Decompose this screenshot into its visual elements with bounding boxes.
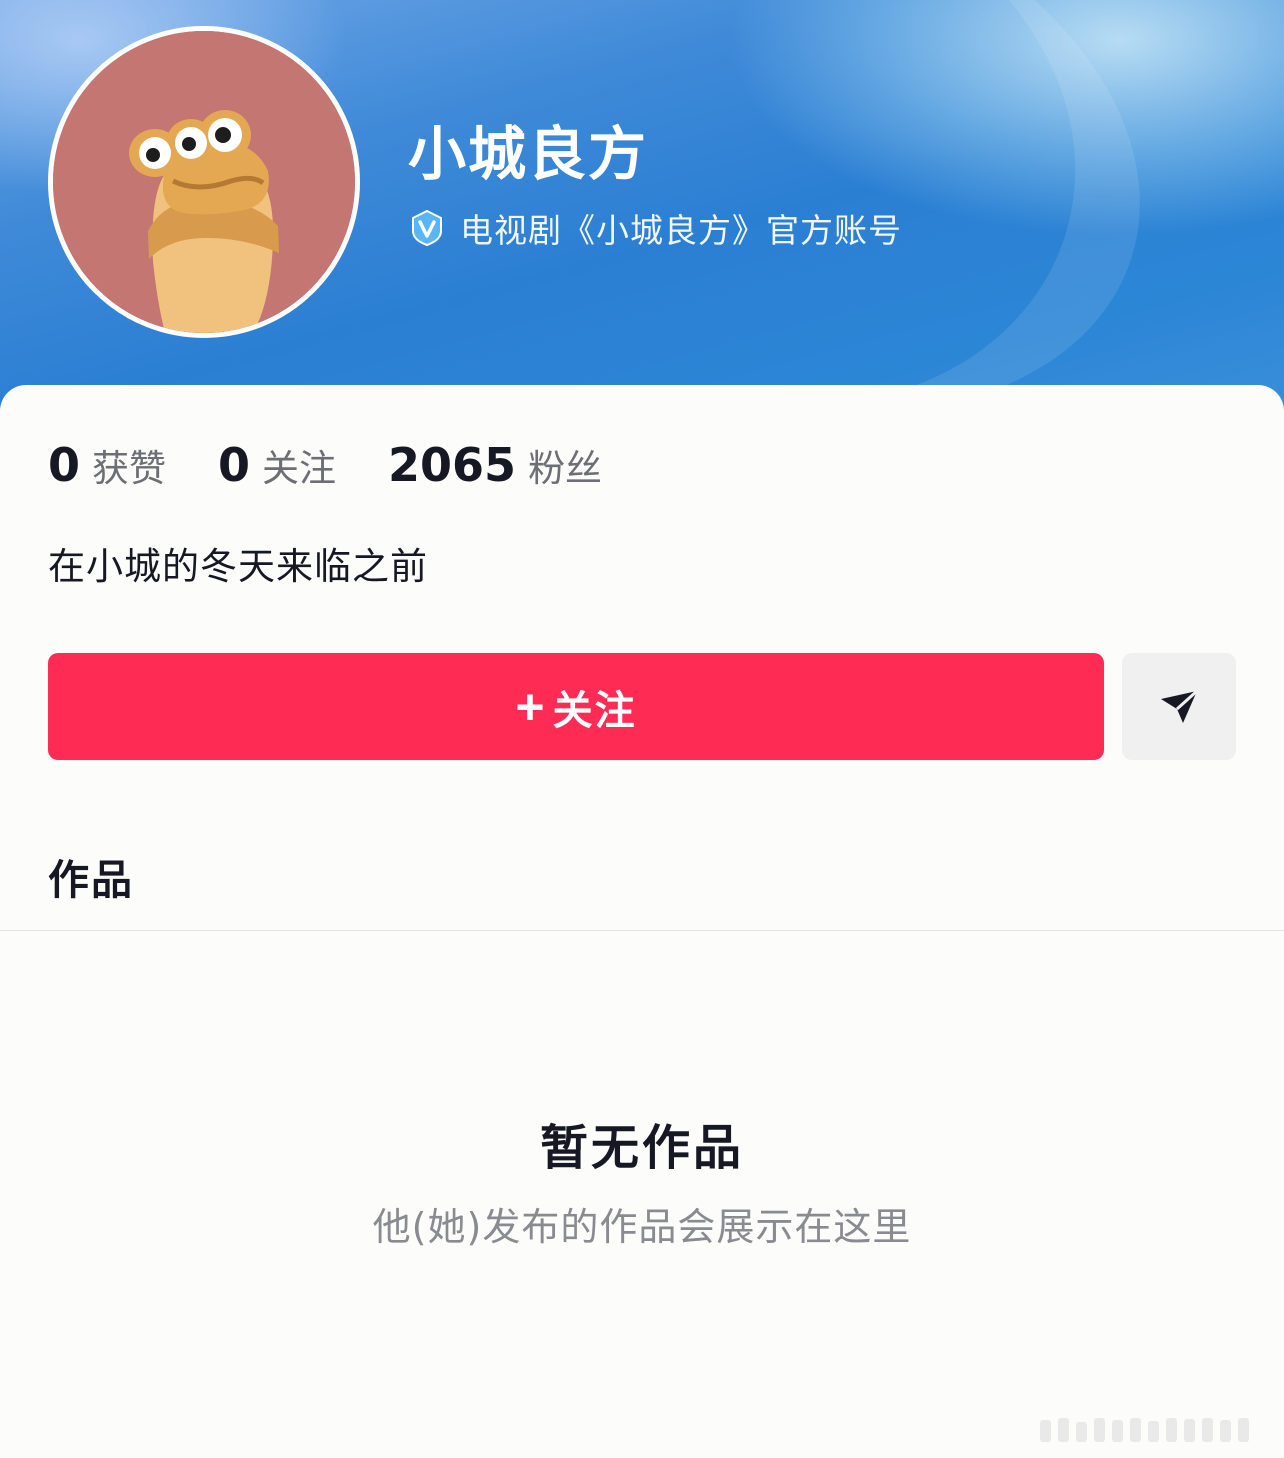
verified-v-icon: [412, 209, 442, 247]
tab-divider: [0, 930, 1284, 931]
empty-state-description: 他(她)发布的作品会展示在这里: [372, 1205, 912, 1249]
send-arrow-icon: [1161, 689, 1199, 723]
stat-followers-label: 粉丝: [528, 447, 603, 490]
stat-following[interactable]: 0 关注: [218, 438, 336, 492]
empty-state-title: 暂无作品: [539, 1120, 744, 1176]
stat-likes[interactable]: 0 获赞: [48, 438, 166, 492]
stat-likes-value: 0: [48, 438, 81, 492]
stat-likes-label: 获赞: [92, 447, 167, 490]
profile-bio: 在小城的冬天来临之前: [48, 545, 428, 588]
avatar[interactable]: [48, 26, 360, 338]
stat-followers-value: 2065: [388, 438, 517, 492]
stat-following-label: 关注: [262, 447, 337, 490]
follow-button-label: 关注: [552, 688, 637, 733]
stats-row: 0 获赞 0 关注 2065 粉丝: [48, 438, 654, 494]
stat-following-value: 0: [218, 438, 251, 492]
plus-icon: +: [515, 678, 545, 735]
cartoon-creature-avatar-icon: [53, 31, 355, 333]
stat-followers[interactable]: 2065 粉丝: [388, 438, 602, 492]
follow-button[interactable]: + 关注: [48, 653, 1104, 760]
message-button[interactable]: [1122, 653, 1236, 760]
watermark-bars: [1040, 1414, 1268, 1442]
verification-row: 电视剧《小城良方》官方账号: [408, 206, 902, 250]
tab-works[interactable]: 作品: [48, 846, 134, 906]
verification-text: 电视剧《小城良方》官方账号: [460, 211, 902, 250]
profile-name: 小城良方: [408, 120, 649, 188]
